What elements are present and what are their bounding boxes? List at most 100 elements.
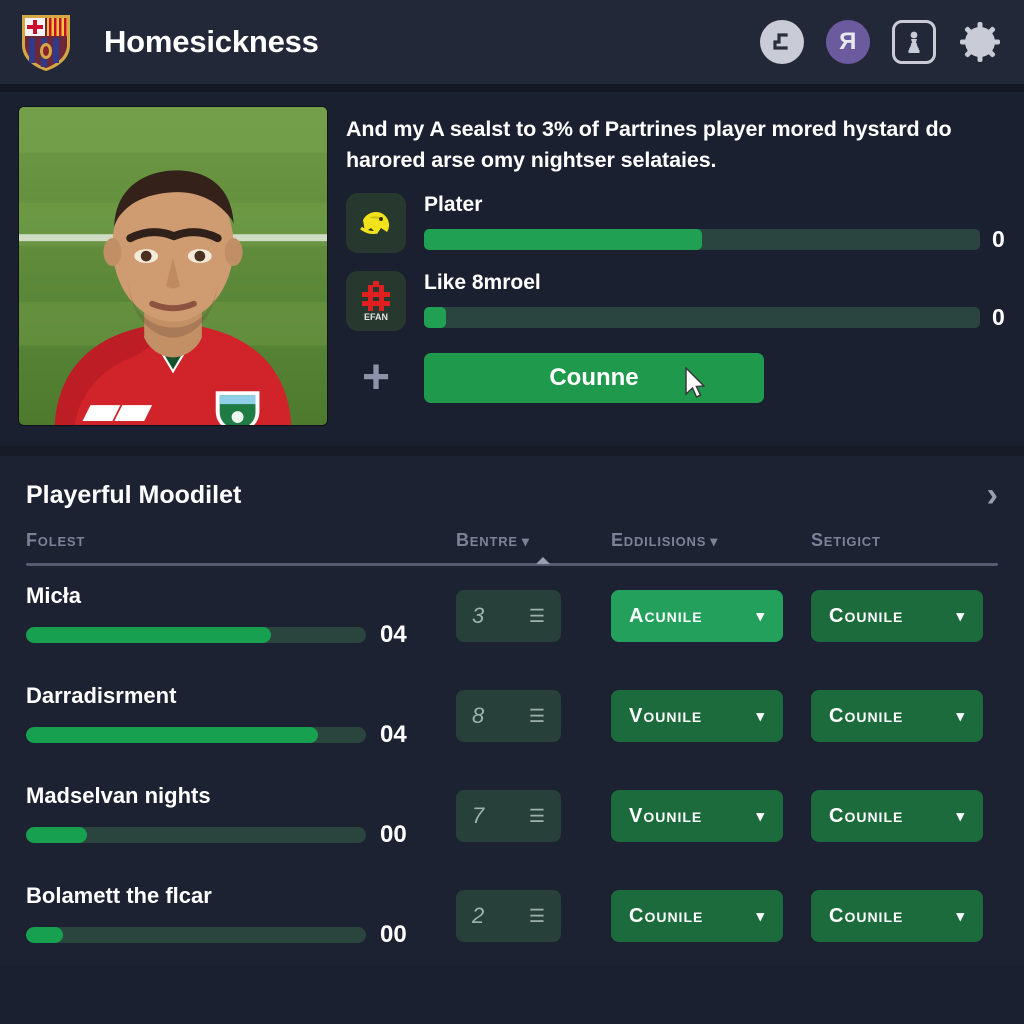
plus-glyph: + — [361, 351, 391, 405]
reversed-r-icon[interactable]: R — [826, 20, 870, 64]
stat-label: Like 8mroel — [424, 271, 541, 295]
row-option-b-label: Acunile — [629, 604, 703, 627]
row-option-c[interactable]: Counile ▾ — [811, 690, 983, 742]
row-option-b-label: Vounile — [629, 704, 703, 727]
stat-label: Plater — [424, 193, 483, 217]
row-label: Bolamett the flcar — [26, 883, 212, 908]
chevron-down-icon: ▾ — [756, 908, 765, 925]
pawn-frame-icon[interactable] — [892, 20, 936, 64]
menu-lines-icon: ☰ — [528, 806, 545, 826]
quantity-stepper[interactable]: 3 ☰ — [456, 590, 561, 642]
chevron-down-icon: ▾ — [521, 533, 530, 549]
row-option-c[interactable]: Counile ▾ — [811, 790, 983, 842]
row-option-c-label: Counile — [829, 704, 904, 727]
profile-action-row: + Counne — [346, 351, 1006, 405]
row-label: Madselvan nights — [26, 783, 211, 808]
row-bar: 00 — [26, 821, 442, 849]
section-title: Playerful Moodilet — [26, 480, 242, 509]
row-value: 04 — [380, 621, 407, 648]
efan-crest-badge: EFAN — [346, 271, 406, 332]
row-main: Madselvan nights 00 — [26, 783, 456, 849]
profile-details: And my A sealst to 3% of Partrines playe… — [346, 106, 1006, 426]
row-bar: 00 — [26, 921, 442, 949]
quantity-stepper[interactable]: 7 ☰ — [456, 790, 561, 842]
row-fill — [26, 727, 319, 743]
chevron-down-icon: ▾ — [710, 533, 719, 549]
arrow-corner-icon[interactable] — [760, 20, 804, 64]
section-divider — [0, 446, 1024, 456]
section-header: Playerful Moodilet › — [26, 478, 998, 512]
column-header-eddilisions[interactable]: Eddilisions ▾ — [611, 530, 811, 551]
counne-button[interactable]: Counne — [424, 353, 764, 404]
gear-icon[interactable] — [958, 20, 1002, 64]
quantity-stepper[interactable]: 2 ☰ — [456, 890, 561, 942]
profile-description: And my A sealst to 3% of Partrines playe… — [346, 117, 952, 172]
stat-fill — [424, 229, 702, 251]
app-header: Homesickness R — [0, 0, 1024, 84]
mouse-cursor — [685, 367, 706, 399]
stat-track — [424, 307, 980, 329]
row-main: Bolamett the flcar 00 — [26, 883, 456, 949]
stat-bar: 0 — [424, 304, 1006, 331]
column-rule — [26, 557, 998, 566]
table-row: Micła 04 3 ☰ Acunile ▾ Counile ▾ — [26, 566, 998, 666]
chevron-down-icon: ▾ — [756, 808, 765, 825]
player-portrait — [18, 106, 328, 426]
quantity-stepper[interactable]: 8 ☰ — [456, 690, 561, 742]
header-divider — [0, 84, 1024, 92]
stat-body: Plater 0 — [424, 193, 1006, 253]
row-option-b-label: Counile — [629, 904, 704, 927]
chevron-down-icon: ▾ — [956, 708, 965, 725]
column-header-bentre[interactable]: Bentre ▾ — [456, 530, 611, 551]
row-label: Darradisrment — [26, 683, 177, 708]
chevron-down-icon: ▾ — [756, 708, 765, 725]
moodlet-section: Playerful Moodilet › Folest Bentre ▾ Eddi… — [0, 456, 1024, 966]
svg-text:EFAN: EFAN — [364, 312, 388, 322]
menu-lines-icon: ☰ — [528, 706, 545, 726]
stat-value: 0 — [992, 226, 1005, 253]
stat-body: Like 8mroel 0 — [424, 271, 1006, 331]
row-option-b[interactable]: Vounile ▾ — [611, 690, 783, 742]
row-main: Darradisrment 04 — [26, 683, 456, 749]
column-headers: Folest Bentre ▾ Eddilisions ▾ Setigict — [26, 530, 998, 551]
app-root: Homesickness R And my A sealst to 3% of … — [0, 0, 1024, 1024]
row-option-c[interactable]: Counile ▾ — [811, 590, 983, 642]
stepper-value: 3 — [472, 603, 485, 628]
stat-track — [424, 229, 980, 251]
plus-icon[interactable]: + — [346, 351, 406, 405]
row-track — [26, 927, 366, 943]
row-main: Micła 04 — [26, 583, 456, 649]
table-row: Darradisrment 04 8 ☰ Vounile ▾ Counile ▾ — [26, 666, 998, 766]
chevron-down-icon: ▾ — [956, 808, 965, 825]
row-option-c-label: Counile — [829, 604, 904, 627]
row-value: 00 — [380, 921, 407, 948]
row-value: 00 — [380, 821, 407, 848]
row-value: 04 — [380, 721, 407, 748]
row-fill — [26, 927, 64, 943]
lion-crest-badge — [346, 193, 406, 254]
stepper-value: 8 — [472, 703, 485, 728]
stepper-value: 2 — [472, 903, 485, 928]
row-option-b[interactable]: Acunile ▾ — [611, 590, 783, 642]
column-header-setigict: Setigict — [811, 530, 881, 550]
header-icon-group: R — [760, 20, 1006, 64]
row-fill — [26, 627, 271, 643]
table-row: Bolamett the flcar 00 2 ☰ Counile ▾ Coun… — [26, 866, 998, 966]
column-header-folest: Folest — [26, 530, 86, 550]
row-fill — [26, 827, 88, 843]
row-option-b[interactable]: Vounile ▾ — [611, 790, 783, 842]
row-option-b[interactable]: Counile ▾ — [611, 890, 783, 942]
chevron-right-icon[interactable]: › — [987, 478, 998, 512]
stat-fill — [424, 307, 447, 329]
stat-row: EFAN Like 8mroel 0 — [346, 271, 1006, 332]
counne-button-label: Counne — [549, 364, 639, 392]
stat-value: 0 — [992, 304, 1005, 331]
row-option-c[interactable]: Counile ▾ — [811, 890, 983, 942]
row-track — [26, 627, 366, 643]
stat-row: Plater 0 — [346, 193, 1006, 254]
row-track — [26, 827, 366, 843]
column-header-bentre-label: Bentre — [456, 530, 518, 550]
row-track — [26, 727, 366, 743]
row-option-b-label: Vounile — [629, 804, 703, 827]
row-bar: 04 — [26, 621, 442, 649]
